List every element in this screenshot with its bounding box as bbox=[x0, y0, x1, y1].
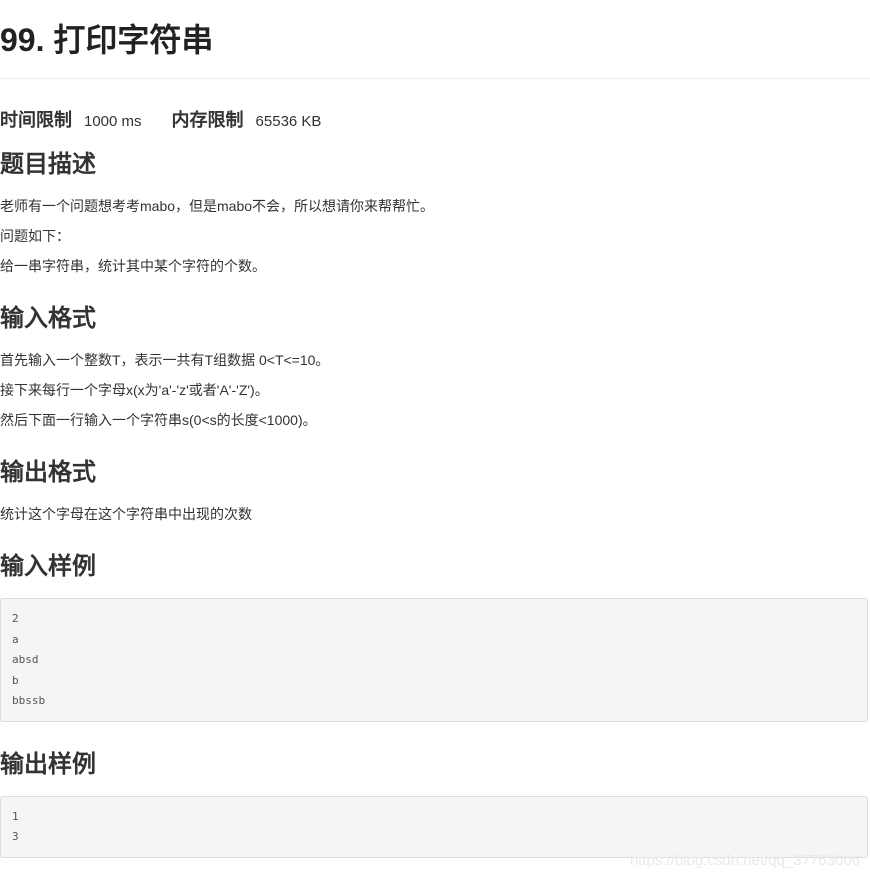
output-format-line: 统计这个字母在这个字符串中出现的次数 bbox=[0, 506, 252, 522]
sample-input-line: b bbox=[12, 674, 19, 687]
memory-limit-label: 内存限制 bbox=[171, 110, 244, 130]
page-title: 99. 打印字符串 bbox=[0, 22, 214, 58]
sample-input-line: a bbox=[12, 633, 19, 646]
time-limit-value: 1000 ms bbox=[84, 113, 142, 130]
output-format-heading: 输出格式 bbox=[0, 459, 96, 486]
memory-limit-value: 65536 KB bbox=[255, 113, 322, 130]
input-format-line: 首先输入一个整数T，表示一共有T组数据 0<T<=10。 bbox=[0, 352, 330, 368]
sample-output-line: 1 bbox=[12, 810, 19, 823]
description-line: 给一串字符串，统计其中某个字符的个数。 bbox=[0, 258, 266, 274]
description-line: 老师有一个问题想考考mabo，但是mabo不会，所以想请你来帮帮忙。 bbox=[0, 198, 435, 214]
sample-input-codebox: 2 a absd b bbssb bbox=[0, 598, 868, 722]
input-format-line: 然后下面一行输入一个字符串s(0<s的长度<1000)。 bbox=[0, 412, 317, 428]
description-line: 问题如下： bbox=[0, 228, 70, 244]
sample-output-codebox: 1 3 bbox=[0, 796, 868, 858]
limits-bar: 时间限制 1000 ms 内存限制 65536 KB bbox=[0, 106, 321, 134]
title-divider bbox=[0, 78, 870, 79]
time-limit-label: 时间限制 bbox=[0, 110, 72, 130]
sample-input-line: absd bbox=[12, 653, 39, 666]
description-heading: 题目描述 bbox=[0, 151, 96, 178]
sample-output-heading: 输出样例 bbox=[0, 751, 96, 778]
problem-page: 99. 打印字符串 时间限制 1000 ms 内存限制 65536 KB 题目描… bbox=[0, 0, 870, 881]
sample-input-line: bbssb bbox=[12, 694, 46, 707]
input-format-heading: 输入格式 bbox=[0, 305, 96, 332]
watermark: https://blog.csdn.net/qq_37763006 bbox=[629, 852, 860, 869]
sample-output-line: 3 bbox=[12, 830, 19, 843]
sample-input-heading: 输入样例 bbox=[0, 553, 96, 580]
input-format-line: 接下来每行一个字母x(x为'a'-'z'或者'A'-'Z')。 bbox=[0, 382, 269, 398]
sample-input-line: 2 bbox=[12, 612, 19, 625]
